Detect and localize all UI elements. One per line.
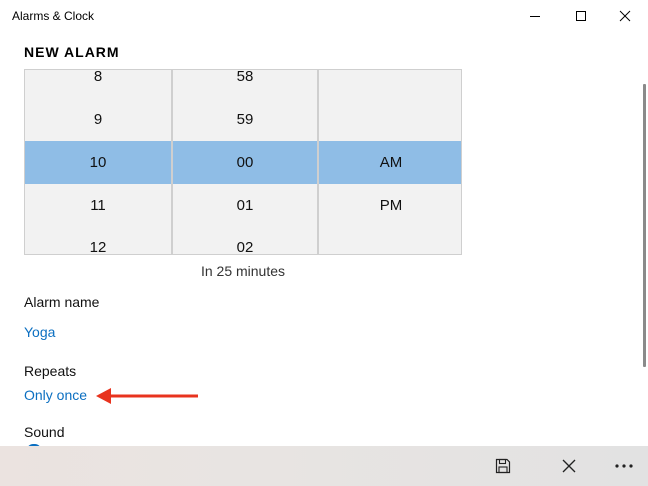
period-option-selected[interactable]: AM xyxy=(319,151,461,175)
repeats-label: Repeats xyxy=(24,363,77,379)
maximize-button[interactable] xyxy=(558,0,604,32)
hour-option[interactable]: 9 xyxy=(25,108,171,132)
close-icon xyxy=(619,10,631,22)
minimize-button[interactable] xyxy=(512,0,558,32)
minute-option[interactable]: 01 xyxy=(173,194,317,218)
hour-option[interactable]: 8 xyxy=(25,70,171,89)
close-icon xyxy=(562,459,576,473)
more-options-button[interactable] xyxy=(600,446,648,486)
minute-option[interactable]: 58 xyxy=(173,70,317,89)
app-title: Alarms & Clock xyxy=(12,9,95,23)
hour-option[interactable]: 11 xyxy=(25,194,171,218)
save-icon xyxy=(495,458,511,474)
repeats-dropdown[interactable]: Only once xyxy=(24,387,87,403)
period-option[interactable]: PM xyxy=(319,194,461,218)
alarm-name-field[interactable]: Yoga xyxy=(24,324,55,340)
more-icon xyxy=(615,464,633,468)
minute-option[interactable]: 02 xyxy=(173,236,317,254)
discard-button[interactable] xyxy=(545,446,593,486)
period-column[interactable]: AM PM xyxy=(317,70,461,254)
command-bar xyxy=(0,446,648,486)
save-button[interactable] xyxy=(479,446,527,486)
sound-label: Sound xyxy=(24,424,65,440)
minute-option[interactable]: 59 xyxy=(173,108,317,132)
close-window-button[interactable] xyxy=(602,0,648,32)
hour-option-selected[interactable]: 10 xyxy=(25,151,171,175)
title-bar: Alarms & Clock xyxy=(0,0,648,32)
minute-option-selected[interactable]: 00 xyxy=(173,151,317,175)
minute-column[interactable]: 58 59 00 01 02 xyxy=(171,70,317,254)
alarm-name-label: Alarm name xyxy=(24,294,100,310)
minimize-icon xyxy=(530,16,540,17)
relative-time-text: In 25 minutes xyxy=(200,263,286,279)
hour-option[interactable]: 12 xyxy=(25,236,171,254)
time-picker[interactable]: 8 9 10 11 12 58 59 00 01 02 AM PM xyxy=(24,69,462,255)
page-title: NEW ALARM xyxy=(24,44,120,60)
hour-column[interactable]: 8 9 10 11 12 xyxy=(25,70,171,254)
annotation-arrow xyxy=(96,388,198,404)
maximize-icon xyxy=(576,11,586,21)
scrollbar[interactable] xyxy=(643,84,646,367)
